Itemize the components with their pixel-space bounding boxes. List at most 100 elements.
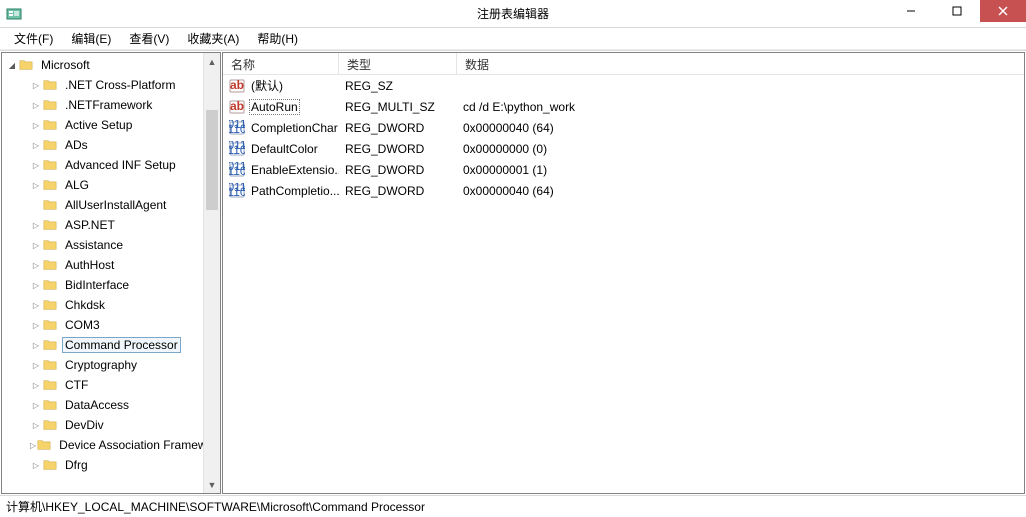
tree-node[interactable]: Cryptography	[2, 355, 203, 375]
close-button[interactable]	[980, 0, 1026, 22]
list-row[interactable]: DefaultColor REG_DWORD0x00000000 (0)	[223, 138, 1024, 159]
list-row[interactable]: PathCompletio...REG_DWORD0x00000040 (64)	[223, 180, 1024, 201]
tree-node[interactable]: DevDiv	[2, 415, 203, 435]
expander-icon[interactable]	[30, 139, 42, 151]
status-path: 计算机\HKEY_LOCAL_MACHINE\SOFTWARE\Microsof…	[6, 498, 425, 515]
folder-icon	[42, 398, 58, 412]
app-icon	[6, 6, 22, 22]
tree-node[interactable]: Assistance	[2, 235, 203, 255]
list-row[interactable]: CompletionCharREG_DWORD0x00000040 (64)	[223, 117, 1024, 138]
column-header-type[interactable]: 类型	[339, 53, 457, 74]
tree-node[interactable]: Dfrg	[2, 455, 203, 475]
expander-icon[interactable]	[30, 279, 42, 291]
list-header: 名称 类型 数据	[223, 53, 1024, 75]
expander-icon[interactable]	[30, 359, 42, 371]
expander-icon[interactable]	[30, 219, 42, 231]
folder-icon	[42, 158, 58, 172]
tree-node[interactable]: Active Setup	[2, 115, 203, 135]
window-title: 注册表编辑器	[477, 5, 549, 22]
expander-icon[interactable]	[30, 259, 42, 271]
tree-node[interactable]: AuthHost	[2, 255, 203, 275]
value-data: 0x00000000 (0)	[457, 142, 1024, 156]
expander-icon[interactable]	[30, 319, 42, 331]
tree-node-label: ASP.NET	[62, 217, 118, 233]
tree-node-label: Advanced INF Setup	[62, 157, 179, 173]
expander-icon[interactable]	[30, 119, 42, 131]
tree-node[interactable]: ASP.NET	[2, 215, 203, 235]
tree-node-label: CTF	[62, 377, 91, 393]
value-data: 0x00000040 (64)	[457, 184, 1024, 198]
menu-edit[interactable]: 编辑(E)	[63, 28, 119, 49]
tree-node-label: Microsoft	[38, 57, 93, 73]
binary-value-icon	[229, 120, 245, 136]
list-row[interactable]: AutoRunREG_MULTI_SZcd /d E:\python_work	[223, 96, 1024, 117]
expander-icon[interactable]	[30, 99, 42, 111]
tree-node[interactable]: BidInterface	[2, 275, 203, 295]
tree-scroll[interactable]: Microsoft .NET Cross-Platform .NETFramewor…	[2, 53, 203, 493]
column-header-data[interactable]: 数据	[457, 53, 1024, 74]
tree-node[interactable]: Chkdsk	[2, 295, 203, 315]
tree-node-label: .NET Cross-Platform	[62, 77, 178, 93]
expander-icon[interactable]	[30, 239, 42, 251]
tree-node[interactable]: Device Association Framework	[2, 435, 203, 455]
list-row[interactable]: EnableExtensio...REG_DWORD0x00000001 (1)	[223, 159, 1024, 180]
tree-node-label: AuthHost	[62, 257, 117, 273]
binary-value-icon	[229, 141, 245, 157]
scroll-track[interactable]	[204, 70, 220, 476]
tree-node[interactable]: COM3	[2, 315, 203, 335]
tree-node-label: Device Association Framework	[56, 437, 203, 453]
value-type: REG_SZ	[339, 79, 457, 93]
maximize-button[interactable]	[934, 0, 980, 22]
value-type: REG_DWORD	[339, 142, 457, 156]
column-header-name[interactable]: 名称	[223, 53, 339, 74]
value-data: 0x00000001 (1)	[457, 163, 1024, 177]
tree-node[interactable]: .NETFramework	[2, 95, 203, 115]
expander-icon[interactable]	[30, 79, 42, 91]
folder-icon	[42, 278, 58, 292]
menu-help[interactable]: 帮助(H)	[249, 28, 306, 49]
folder-icon	[42, 98, 58, 112]
minimize-button[interactable]	[888, 0, 934, 22]
tree-node-label: AllUserInstallAgent	[62, 197, 169, 213]
tree-node[interactable]: DataAccess	[2, 395, 203, 415]
menu-favorites[interactable]: 收藏夹(A)	[179, 28, 247, 49]
value-name: DefaultColor	[249, 141, 320, 157]
tree-node[interactable]: AllUserInstallAgent	[2, 195, 203, 215]
scroll-thumb[interactable]	[206, 110, 218, 210]
folder-icon	[42, 178, 58, 192]
expander-icon[interactable]	[30, 299, 42, 311]
tree-node[interactable]: .NET Cross-Platform	[2, 75, 203, 95]
menu-view[interactable]: 查看(V)	[121, 28, 177, 49]
tree-node[interactable]: ALG	[2, 175, 203, 195]
expander-icon[interactable]	[30, 339, 42, 351]
value-type: REG_DWORD	[339, 163, 457, 177]
tree-node[interactable]: ADs	[2, 135, 203, 155]
status-bar: 计算机\HKEY_LOCAL_MACHINE\SOFTWARE\Microsof…	[0, 495, 1026, 517]
expander-icon[interactable]	[30, 419, 42, 431]
tree-node[interactable]: Command Processor	[2, 335, 203, 355]
menu-file[interactable]: 文件(F)	[6, 28, 61, 49]
value-type: REG_DWORD	[339, 121, 457, 135]
expander-icon[interactable]	[30, 199, 42, 211]
expander-icon[interactable]	[30, 459, 42, 471]
expander-icon[interactable]	[30, 379, 42, 391]
list-pane: 名称 类型 数据 (默认)REG_SZAutoRunREG_MULTI_SZcd…	[222, 52, 1025, 494]
expander-icon[interactable]	[30, 399, 42, 411]
tree-scrollbar[interactable]: ▲ ▼	[203, 53, 220, 493]
tree-node[interactable]: CTF	[2, 375, 203, 395]
tree-node-label: ADs	[62, 137, 91, 153]
tree-root[interactable]: Microsoft	[2, 55, 203, 75]
scroll-down-arrow[interactable]: ▼	[204, 476, 220, 493]
client-area: Microsoft .NET Cross-Platform .NETFramewor…	[0, 50, 1026, 495]
list-row[interactable]: (默认)REG_SZ	[223, 75, 1024, 96]
expander-icon[interactable]	[30, 179, 42, 191]
folder-icon	[42, 198, 58, 212]
expander-icon[interactable]	[6, 59, 18, 71]
folder-icon	[42, 218, 58, 232]
string-value-icon	[229, 99, 245, 115]
scroll-up-arrow[interactable]: ▲	[204, 53, 220, 70]
tree-node-label: Assistance	[62, 237, 126, 253]
expander-icon[interactable]	[30, 159, 42, 171]
tree-node-label: DevDiv	[62, 417, 107, 433]
tree-node[interactable]: Advanced INF Setup	[2, 155, 203, 175]
